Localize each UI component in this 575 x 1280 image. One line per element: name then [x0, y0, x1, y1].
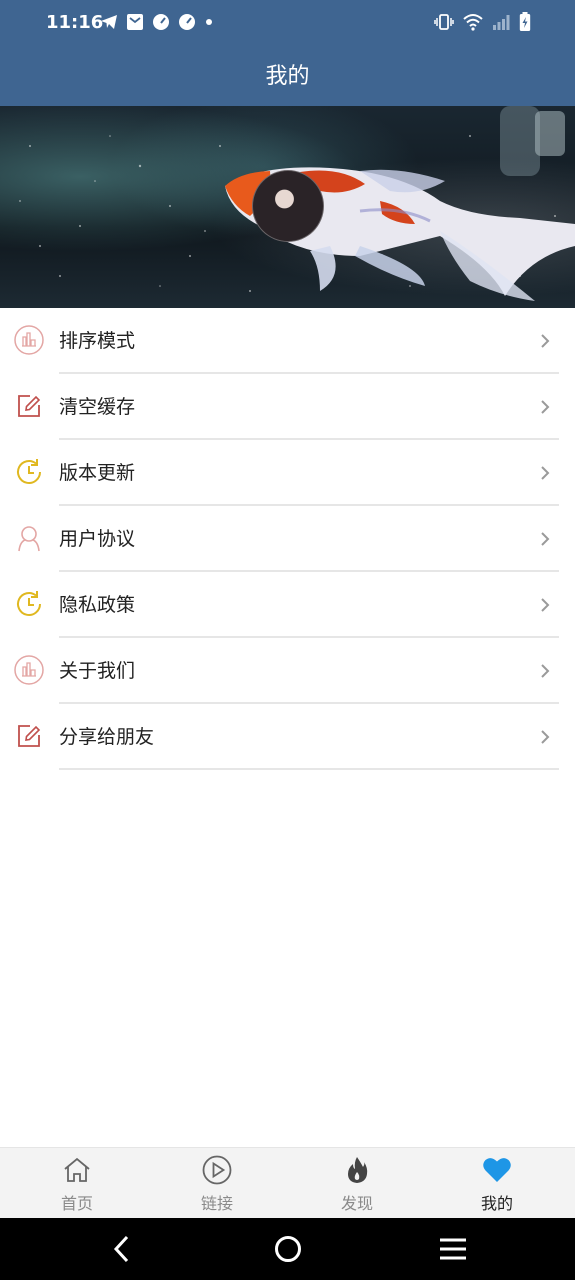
- tab-label: 发现: [340, 1194, 373, 1213]
- user-avatar[interactable]: [252, 170, 324, 242]
- system-status-icons: [434, 12, 531, 32]
- chevron-right-icon: [541, 334, 550, 348]
- home-circle-icon[interactable]: [273, 1234, 303, 1264]
- notification-icons: [100, 13, 214, 31]
- edit-icon: [18, 725, 41, 747]
- chevron-right-icon: [541, 532, 550, 546]
- fire-icon: [348, 1157, 368, 1183]
- menu-item-user-agreement[interactable]: 用户协议: [0, 506, 575, 572]
- menu-item-label: 清空缓存: [59, 396, 136, 418]
- page-title: 我的: [265, 64, 310, 89]
- divider: [59, 768, 559, 770]
- chevron-right-icon: [541, 664, 550, 678]
- tab-links[interactable]: 链接: [167, 1148, 267, 1219]
- signal-icon: [493, 15, 510, 30]
- menu-item-sort-mode[interactable]: 排序模式: [0, 308, 575, 374]
- heart-icon: [483, 1158, 511, 1182]
- menu-item-clear-cache[interactable]: 清空缓存: [0, 374, 575, 440]
- bottom-tab-bar: 首页 链接 发现 我的: [0, 1147, 575, 1219]
- tab-label: 我的: [480, 1194, 513, 1213]
- status-time: 11:16: [46, 12, 104, 33]
- clock-refresh-icon: [17, 591, 41, 616]
- chevron-right-icon: [541, 730, 550, 744]
- title-bar: 我的: [0, 48, 575, 106]
- telegram-icon: [101, 15, 117, 29]
- chevron-right-icon: [541, 598, 550, 612]
- menu-item-share[interactable]: 分享给朋友: [0, 704, 575, 770]
- battery-charging-icon: [519, 12, 531, 31]
- menu-item-version-update[interactable]: 版本更新: [0, 440, 575, 506]
- tab-home[interactable]: 首页: [27, 1148, 127, 1219]
- chart-icon: [14, 655, 44, 685]
- tab-mine[interactable]: 我的: [447, 1148, 547, 1219]
- chevron-right-icon: [541, 400, 550, 414]
- menu-item-label: 排序模式: [59, 330, 136, 352]
- chart-icon: [14, 325, 44, 355]
- menu-lines-icon[interactable]: [438, 1234, 468, 1264]
- mail-icon: [127, 14, 143, 30]
- menu-item-label: 版本更新: [59, 462, 136, 484]
- vibrate-icon: [434, 14, 454, 30]
- home-icon: [64, 1157, 90, 1182]
- tab-discover[interactable]: 发现: [307, 1148, 407, 1219]
- tab-label: 首页: [60, 1194, 93, 1213]
- edit-icon: [18, 395, 41, 417]
- menu-item-label: 用户协议: [59, 528, 136, 550]
- user-icon: [18, 526, 40, 552]
- dot-icon: [206, 19, 212, 25]
- speedometer-icon: [179, 14, 195, 30]
- back-icon[interactable]: [110, 1234, 134, 1264]
- menu-item-about-us[interactable]: 关于我们: [0, 638, 575, 704]
- wifi-icon: [463, 14, 483, 31]
- menu-item-privacy-policy[interactable]: 隐私政策: [0, 572, 575, 638]
- clock-refresh-icon: [17, 459, 41, 484]
- chevron-right-icon: [541, 466, 550, 480]
- status-bar: 11:16: [0, 0, 575, 48]
- system-navigation-bar: [0, 1218, 575, 1280]
- menu-item-label: 关于我们: [59, 660, 136, 682]
- tab-label: 链接: [200, 1194, 233, 1213]
- play-icon: [202, 1155, 232, 1185]
- speedometer-icon: [153, 14, 169, 30]
- menu-item-label: 隐私政策: [59, 594, 136, 616]
- menu-item-label: 分享给朋友: [59, 726, 155, 748]
- settings-menu: 排序模式 清空缓存 版本更新 用户协议 隐私政策 关于我们 分享给朋友: [0, 308, 575, 770]
